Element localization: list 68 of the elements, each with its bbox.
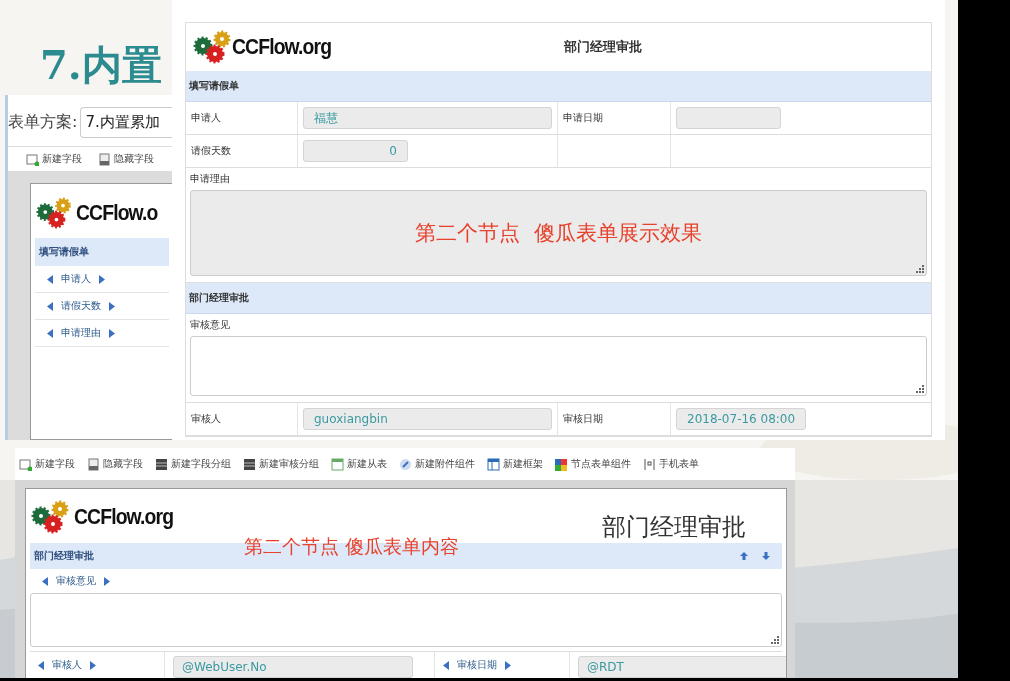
- field-label: 申请理由: [190, 172, 231, 186]
- field-label: 请假天数: [191, 144, 231, 158]
- field-label: 审核意见: [190, 318, 231, 332]
- toolbar-button[interactable]: 新建字段: [22, 152, 86, 166]
- section-title: 填写请假单: [39, 245, 89, 259]
- toolbar-button[interactable]: 新建审核分组: [239, 457, 323, 471]
- field-label: 申请日期: [563, 111, 603, 125]
- new-field-icon: [19, 457, 32, 471]
- toolbar-button[interactable]: 新建字段: [15, 457, 79, 471]
- logo-text: CCFlow.org: [74, 504, 174, 530]
- toolbar-button[interactable]: 隐藏字段: [94, 152, 158, 166]
- caret-left-icon[interactable]: [47, 274, 53, 284]
- logo-text: CCFlow.o: [76, 200, 158, 226]
- field-label: 请假天数: [61, 299, 101, 313]
- group-icon: [155, 457, 168, 471]
- gears-icon: [35, 196, 73, 230]
- field-label: 审核日期: [457, 658, 497, 672]
- caret-right-icon[interactable]: [99, 274, 105, 284]
- caret-left-icon[interactable]: [38, 660, 44, 670]
- logo-text: CCFlow.org: [232, 34, 332, 60]
- toolbar-button[interactable]: 新建附件组件: [395, 457, 479, 471]
- gears-icon: [30, 500, 70, 534]
- toolbar-button[interactable]: 新建框架: [483, 457, 547, 471]
- toolbar-button[interactable]: 节点表单组件: [551, 457, 635, 471]
- field-label: 审核意见: [56, 574, 96, 588]
- caret-left-icon[interactable]: [47, 328, 53, 338]
- scheme-label: 表单方案:: [8, 112, 78, 133]
- caret-left-icon[interactable]: [443, 660, 449, 670]
- toolbar-button[interactable]: 新建字段分组: [151, 457, 235, 471]
- caret-left-icon[interactable]: [47, 301, 53, 311]
- gears-icon: [192, 30, 232, 64]
- toolbar-button[interactable]: 新建从表: [327, 457, 391, 471]
- section-title: 部门经理审批: [189, 291, 249, 305]
- field-label: 申请人: [191, 111, 221, 125]
- table-icon: [331, 457, 344, 471]
- caret-left-icon[interactable]: [42, 576, 48, 586]
- arrow-up-icon[interactable]: [740, 552, 748, 560]
- resize-grip-icon[interactable]: [916, 265, 924, 273]
- caret-right-icon[interactable]: [505, 660, 511, 670]
- puzzle-icon: [555, 457, 568, 471]
- caret-right-icon[interactable]: [109, 328, 115, 338]
- field-label: 审核人: [52, 658, 82, 672]
- slide-title: 7.内置: [40, 40, 162, 90]
- field-label: 申请人: [61, 272, 91, 286]
- group-icon: [243, 457, 256, 471]
- field-label: 申请理由: [61, 326, 101, 340]
- input-field[interactable]: [676, 107, 781, 129]
- mobile-form-icon: [643, 457, 656, 471]
- annotation-text: 第二个节点 傻瓜表单内容: [244, 534, 460, 559]
- arrow-down-icon[interactable]: [762, 552, 770, 560]
- resize-grip-icon[interactable]: [771, 636, 779, 644]
- frame-icon: [487, 457, 500, 471]
- caret-right-icon[interactable]: [90, 660, 96, 670]
- annotation-text: 第二个节点 傻瓜表单展示效果: [415, 220, 702, 247]
- field-label: 审核日期: [563, 412, 603, 426]
- form-title: 部门经理审批: [562, 38, 643, 56]
- caret-right-icon[interactable]: [109, 301, 115, 311]
- hidden-field-icon: [98, 152, 111, 166]
- section-title: 部门经理审批: [34, 549, 94, 563]
- new-field-icon: [26, 152, 39, 166]
- toolbar-button[interactable]: 隐藏字段: [83, 457, 147, 471]
- resize-grip-icon[interactable]: [916, 385, 924, 393]
- section-title: 填写请假单: [189, 79, 239, 93]
- hidden-field-icon: [87, 457, 100, 471]
- toolbar-button[interactable]: 手机表单: [639, 457, 703, 471]
- caret-right-icon[interactable]: [104, 576, 110, 586]
- field-label: 审核人: [191, 412, 221, 426]
- form-title: 部门经理审批: [602, 512, 746, 543]
